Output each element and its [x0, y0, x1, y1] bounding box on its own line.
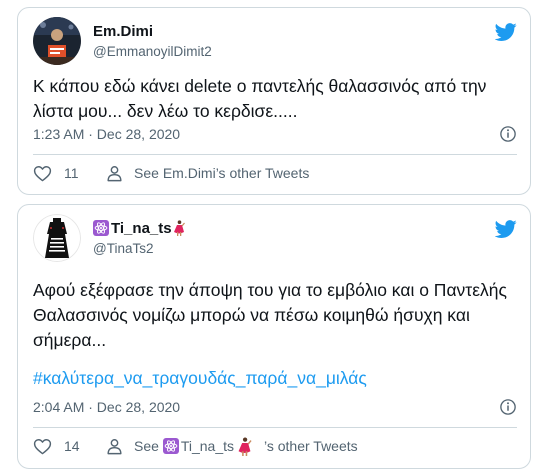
tweet-card[interactable]: Ti_na_ts @TinaTs2 Αφού εξέφρασε την άποψ…	[17, 204, 531, 469]
see-other-suffix: ’s other Tweets	[215, 165, 310, 181]
user-handle[interactable]: @TinaTs2	[93, 241, 153, 257]
twitter-bird-icon[interactable]	[495, 21, 517, 43]
avatar[interactable]	[33, 17, 81, 65]
see-other-prefix: See	[134, 165, 159, 181]
tweet-actions: 11 See Em.Dimi’s other Tweets	[33, 162, 517, 184]
see-other-suffix: ’s other Tweets	[264, 438, 358, 454]
info-icon[interactable]	[499, 125, 517, 143]
tweet-timestamp[interactable]: 1:23 AM · Dec 28, 2020	[33, 126, 180, 142]
info-icon[interactable]	[499, 398, 517, 416]
tweet-text: Αφού εξέφρασε την άποψη του για το εμβόλ…	[33, 278, 517, 391]
display-name[interactable]: Ti_na_ts	[93, 220, 185, 238]
atom-emoji-icon	[162, 438, 179, 454]
atom-emoji-icon	[93, 220, 109, 236]
tweet-card[interactable]: Em.Dimi @EmmanoyilDimit2 Κ κάπου εδώ κάν…	[17, 7, 531, 195]
avatar[interactable]	[33, 214, 81, 262]
like-count: 11	[64, 165, 79, 181]
user-handle[interactable]: @EmmanoyilDimit2	[93, 44, 212, 60]
tweet-text: Κ κάπου εδώ κάνει delete ο παντελής θαλα…	[33, 74, 517, 124]
divider	[33, 154, 517, 155]
person-icon	[107, 165, 122, 181]
divider	[33, 427, 517, 428]
tweet-meta: 2:04 AM · Dec 28, 2020	[33, 397, 517, 417]
display-name[interactable]: Em.Dimi	[93, 23, 153, 41]
see-other-tweets-link[interactable]: See Em.Dimi’s other Tweets	[105, 162, 309, 184]
tweet-actions: 14 See Ti_na_ts ’s other Tweets	[33, 435, 517, 457]
like-count: 14	[64, 438, 80, 454]
like-button[interactable]: 11	[33, 162, 79, 184]
like-button[interactable]: 14	[33, 435, 80, 457]
tweet-body: Αφού εξέφρασε την άποψη του για το εμβόλ…	[33, 280, 507, 350]
dancer-emoji-icon	[238, 436, 252, 456]
tweet-body: Κ κάπου εδώ κάνει delete ο παντελής θαλα…	[33, 76, 487, 121]
heart-icon	[33, 438, 52, 454]
see-other-name: Em.Dimi	[162, 165, 216, 181]
tweet-header: Em.Dimi @EmmanoyilDimit2	[33, 17, 517, 65]
heart-icon	[33, 165, 52, 181]
hashtag-link[interactable]: #καλύτερα_να_τραγουδάς_παρά_να_μιλάς	[33, 366, 517, 391]
see-other-tweets-link[interactable]: See Ti_na_ts ’s other Tweets	[105, 435, 358, 457]
dancer-emoji-icon	[173, 220, 185, 236]
tweet-meta: 1:23 AM · Dec 28, 2020	[33, 124, 517, 144]
see-other-name: Ti_na_ts	[180, 438, 234, 454]
tweet-timestamp[interactable]: 2:04 AM · Dec 28, 2020	[33, 399, 180, 415]
see-other-prefix: See	[134, 438, 159, 454]
tweet-header: Ti_na_ts @TinaTs2	[33, 214, 517, 262]
person-icon	[107, 438, 122, 454]
twitter-bird-icon[interactable]	[495, 218, 517, 240]
display-name-text: Ti_na_ts	[111, 220, 172, 237]
